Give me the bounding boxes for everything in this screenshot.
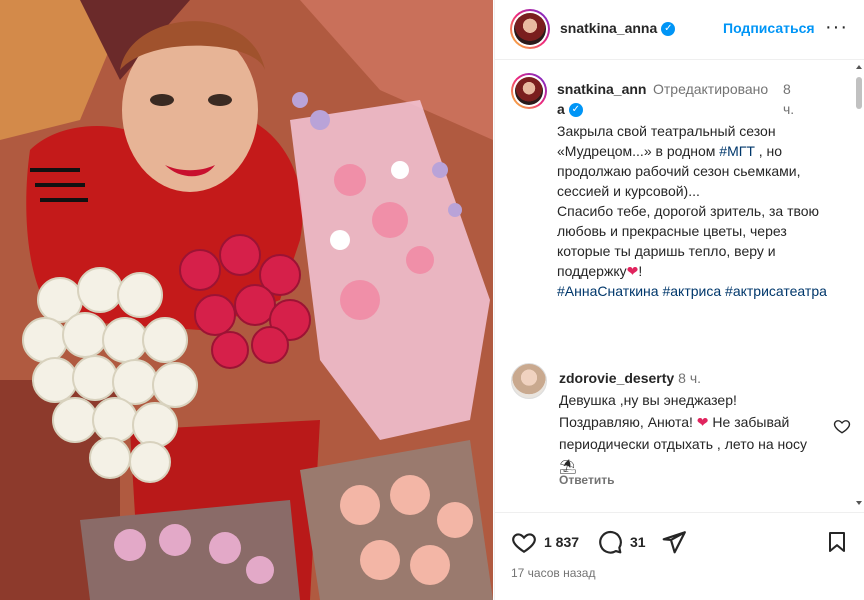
post-timestamp[interactable]: 17 часов назад <box>511 566 595 580</box>
save-action[interactable] <box>825 529 849 555</box>
comment-text: Девушка ,ну вы энеджазер! Поздравляю, Ан… <box>559 392 737 430</box>
heart-emoji-icon: ❤ <box>626 263 639 279</box>
reply-button[interactable]: Ответить <box>559 473 614 487</box>
hashtag-link[interactable]: #актрисатеатра <box>725 283 827 299</box>
post-photo[interactable] <box>0 0 493 600</box>
caption-time[interactable]: 8 ч. <box>783 79 797 119</box>
post-actions: 1 837 31 17 часов назад <box>495 512 864 600</box>
heart-icon[interactable] <box>511 529 537 555</box>
post-header: snatkina_anna ✓ Подписаться ··· <box>495 0 864 60</box>
heart-emoji-icon: ❤ <box>696 414 709 430</box>
scrollbar[interactable] <box>856 65 862 505</box>
caption-text: Закрыла свой театральный сезон «Мудрецом… <box>557 123 827 299</box>
comment-time[interactable]: 8 ч. <box>678 370 701 386</box>
bookmark-icon[interactable] <box>825 529 849 555</box>
post-panel: snatkina_anna ✓ Подписаться ··· snatkina_… <box>494 0 864 600</box>
caption-username[interactable]: snatkina_anna ✓ <box>557 79 651 119</box>
comment-like-heart-icon[interactable] <box>833 417 851 435</box>
photo-illustration <box>0 0 493 600</box>
scroll-down-icon[interactable] <box>856 501 862 505</box>
scroll-up-icon[interactable] <box>856 65 862 69</box>
follow-button[interactable]: Подписаться <box>723 20 815 36</box>
author-username[interactable]: snatkina_anna ✓ <box>560 20 676 37</box>
comment-action[interactable]: 31 <box>597 529 646 555</box>
scrollbar-thumb[interactable] <box>856 77 862 109</box>
verified-badge-icon: ✓ <box>568 103 583 118</box>
commenter-username[interactable]: zdorovie_deserty <box>559 370 674 386</box>
verified-badge-icon: ✓ <box>661 22 676 37</box>
author-avatar[interactable] <box>510 9 550 49</box>
more-options-icon[interactable]: ··· <box>825 16 848 39</box>
share-paper-plane-icon[interactable] <box>661 529 687 555</box>
umbrella-emoji-icon: ⛱ <box>559 458 577 474</box>
hashtag-link[interactable]: #актриса <box>662 283 721 299</box>
comment-bubble-icon[interactable] <box>597 529 623 555</box>
likes-count[interactable]: 1 837 <box>544 534 579 550</box>
hashtag-link[interactable]: #МГТ <box>719 143 755 159</box>
hashtag-link[interactable]: #АннаСнаткина <box>557 283 659 299</box>
like-action[interactable]: 1 837 <box>511 529 579 555</box>
edited-label: Отредактировано <box>653 81 769 97</box>
comments-count[interactable]: 31 <box>630 534 646 550</box>
share-action[interactable] <box>661 529 687 555</box>
comments-scroll-area[interactable]: snatkina_anna ✓Отредактировано 8 ч. Закрыл… <box>495 61 864 511</box>
commenter-avatar[interactable] <box>511 363 547 399</box>
caption-avatar[interactable] <box>511 73 547 109</box>
